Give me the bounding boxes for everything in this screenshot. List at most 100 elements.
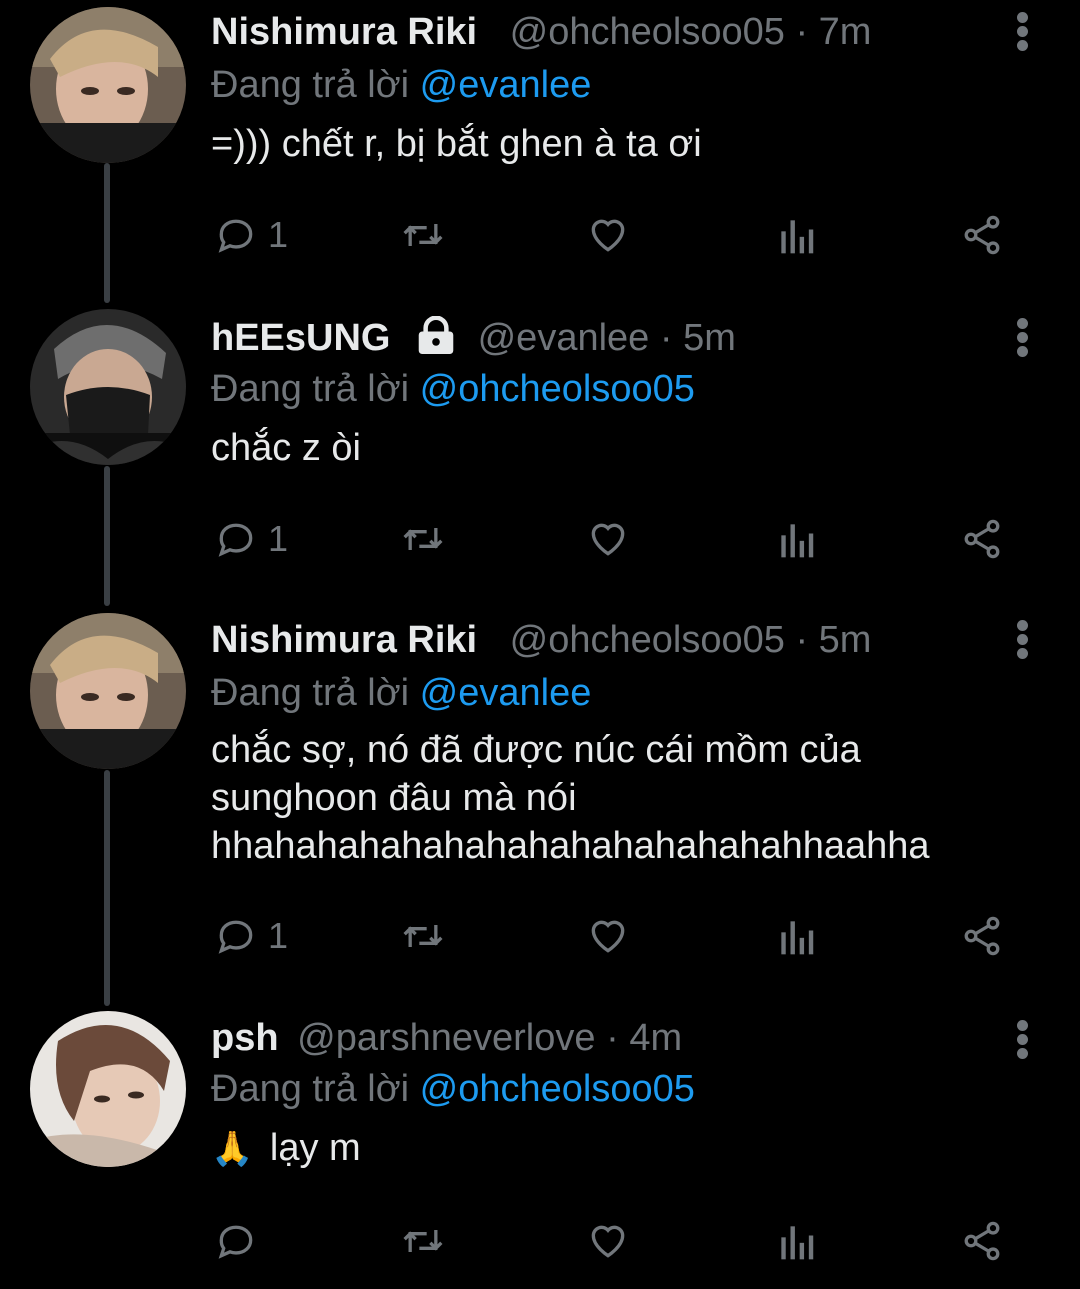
retweet-icon	[403, 528, 443, 550]
display-name[interactable]: hEEsUNG	[211, 317, 390, 359]
tweet-actions: 1	[0, 205, 1080, 265]
timestamp[interactable]: 7m	[819, 11, 872, 53]
tweet-text-line: chắc sợ, nó đã được núc cái mồm của	[211, 729, 861, 771]
share-button[interactable]	[960, 509, 1004, 569]
user-handle[interactable]: @ohcheolsoo05	[510, 11, 785, 53]
views-button[interactable]	[776, 906, 816, 966]
tweet-actions: 1	[0, 509, 1080, 569]
reply-prefix: Đang trả lời	[211, 368, 410, 410]
views-icon	[781, 220, 814, 254]
like-button[interactable]	[585, 205, 631, 265]
reply-context: Đang trả lời @evanlee	[211, 668, 1000, 718]
display-name[interactable]: Nishimura Riki	[211, 11, 477, 53]
views-button[interactable]	[776, 509, 816, 569]
reply-button[interactable]: 1	[214, 509, 288, 569]
views-button[interactable]	[776, 1211, 816, 1271]
reply-icon	[218, 523, 253, 557]
retweet-button[interactable]	[398, 509, 448, 569]
like-button[interactable]	[585, 906, 631, 966]
tweet-header: Nishimura Riki @ohcheolsoo05 · 5m	[211, 616, 1000, 664]
tweet[interactable]: Nishimura Riki @ohcheolsoo05 · 7m Đang t…	[0, 0, 1080, 300]
reply-count: 1	[268, 915, 289, 956]
reply-mention[interactable]: @ohcheolsoo05	[420, 368, 695, 410]
timestamp[interactable]: 4m	[629, 1017, 682, 1059]
like-icon	[591, 920, 625, 953]
tweet-actions	[0, 1211, 1080, 1271]
retweet-button[interactable]	[398, 906, 448, 966]
avatar[interactable]	[30, 309, 186, 465]
reply-count: 1	[268, 518, 289, 559]
reply-mention[interactable]: @evanlee	[420, 672, 592, 714]
tweet[interactable]: psh @parshneverlove · 4m Đang trả lời @o…	[0, 1006, 1080, 1289]
avatar[interactable]	[30, 1011, 186, 1167]
like-icon	[591, 219, 625, 252]
praying-hands-emoji: 🙏	[211, 1130, 254, 1168]
views-button[interactable]	[776, 205, 816, 265]
separator: ·	[606, 1017, 619, 1059]
reply-prefix: Đang trả lời	[211, 672, 410, 714]
lock-icon	[418, 316, 454, 354]
like-icon	[591, 523, 625, 556]
reply-context: Đang trả lời @evanlee	[211, 60, 1000, 110]
user-handle[interactable]: @parshneverlove	[297, 1017, 595, 1059]
tweet-text-content: lạy m	[269, 1127, 361, 1169]
retweet-icon	[403, 925, 443, 947]
more-icon[interactable]	[1012, 620, 1034, 660]
tweet-text-line: sunghoon đâu mà nói	[211, 777, 577, 819]
tweet-header: Nishimura Riki @ohcheolsoo05 · 7m	[211, 8, 1000, 56]
like-button[interactable]	[585, 509, 631, 569]
share-icon	[964, 215, 1000, 255]
tweet-text: 🙏 lạy m	[211, 1124, 1000, 1173]
like-button[interactable]	[585, 1211, 631, 1271]
reply-mention[interactable]: @evanlee	[420, 64, 592, 106]
reply-button[interactable]: 1	[214, 205, 288, 265]
views-icon	[781, 1226, 814, 1260]
share-button[interactable]	[960, 906, 1004, 966]
display-name[interactable]: psh	[211, 1017, 279, 1059]
views-icon	[781, 524, 814, 558]
separator: ·	[795, 619, 809, 661]
share-icon	[964, 916, 1000, 956]
timestamp[interactable]: 5m	[683, 317, 736, 359]
retweet-icon	[403, 1230, 443, 1252]
reply-icon	[218, 219, 253, 253]
display-name[interactable]: Nishimura Riki	[211, 619, 477, 661]
reply-prefix: Đang trả lời	[211, 1068, 410, 1110]
tweet-actions: 1	[0, 906, 1080, 966]
share-icon	[964, 1221, 1000, 1261]
separator: ·	[795, 11, 809, 53]
tweet-header: psh @parshneverlove · 4m	[211, 1014, 1000, 1062]
avatar[interactable]	[30, 7, 186, 163]
more-icon[interactable]	[1012, 1020, 1034, 1060]
tweet[interactable]: Nishimura Riki @ohcheolsoo05 · 5m Đang t…	[0, 608, 1080, 1003]
avatar[interactable]	[30, 613, 186, 769]
tweet[interactable]: hEEsUNG @evanlee · 5m Đang trả lời @ohch…	[0, 304, 1080, 604]
reply-context: Đang trả lời @ohcheolsoo05	[211, 1064, 1000, 1114]
reply-button[interactable]: 1	[214, 906, 288, 966]
separator: ·	[659, 317, 673, 359]
user-handle[interactable]: @evanlee	[478, 317, 650, 359]
timestamp[interactable]: 5m	[819, 619, 872, 661]
views-icon	[781, 921, 814, 955]
reply-count: 1	[268, 214, 289, 255]
user-handle[interactable]: @ohcheolsoo05	[510, 619, 785, 661]
tweet-text: chắc z òi	[211, 427, 361, 469]
more-icon[interactable]	[1012, 318, 1034, 358]
reply-button[interactable]	[214, 1211, 268, 1271]
share-button[interactable]	[960, 1211, 1004, 1271]
reply-mention[interactable]: @ohcheolsoo05	[420, 1068, 695, 1110]
retweet-button[interactable]	[398, 1211, 448, 1271]
reply-icon	[218, 1225, 253, 1259]
share-button[interactable]	[960, 205, 1004, 265]
retweet-button[interactable]	[398, 205, 448, 265]
reply-prefix: Đang trả lời	[211, 64, 410, 106]
tweet-text: =))) chết r, bị bắt ghen à ta ơi	[211, 123, 702, 165]
more-icon[interactable]	[1012, 12, 1034, 52]
share-icon	[964, 519, 1000, 559]
tweet-header: hEEsUNG @evanlee · 5m	[211, 314, 1000, 362]
like-icon	[591, 1225, 625, 1258]
reply-icon	[218, 920, 253, 954]
reply-context: Đang trả lời @ohcheolsoo05	[211, 364, 1000, 414]
retweet-icon	[403, 224, 443, 246]
tweet-text: chắc sợ, nó đã được núc cái mồm của sung…	[211, 726, 1000, 870]
